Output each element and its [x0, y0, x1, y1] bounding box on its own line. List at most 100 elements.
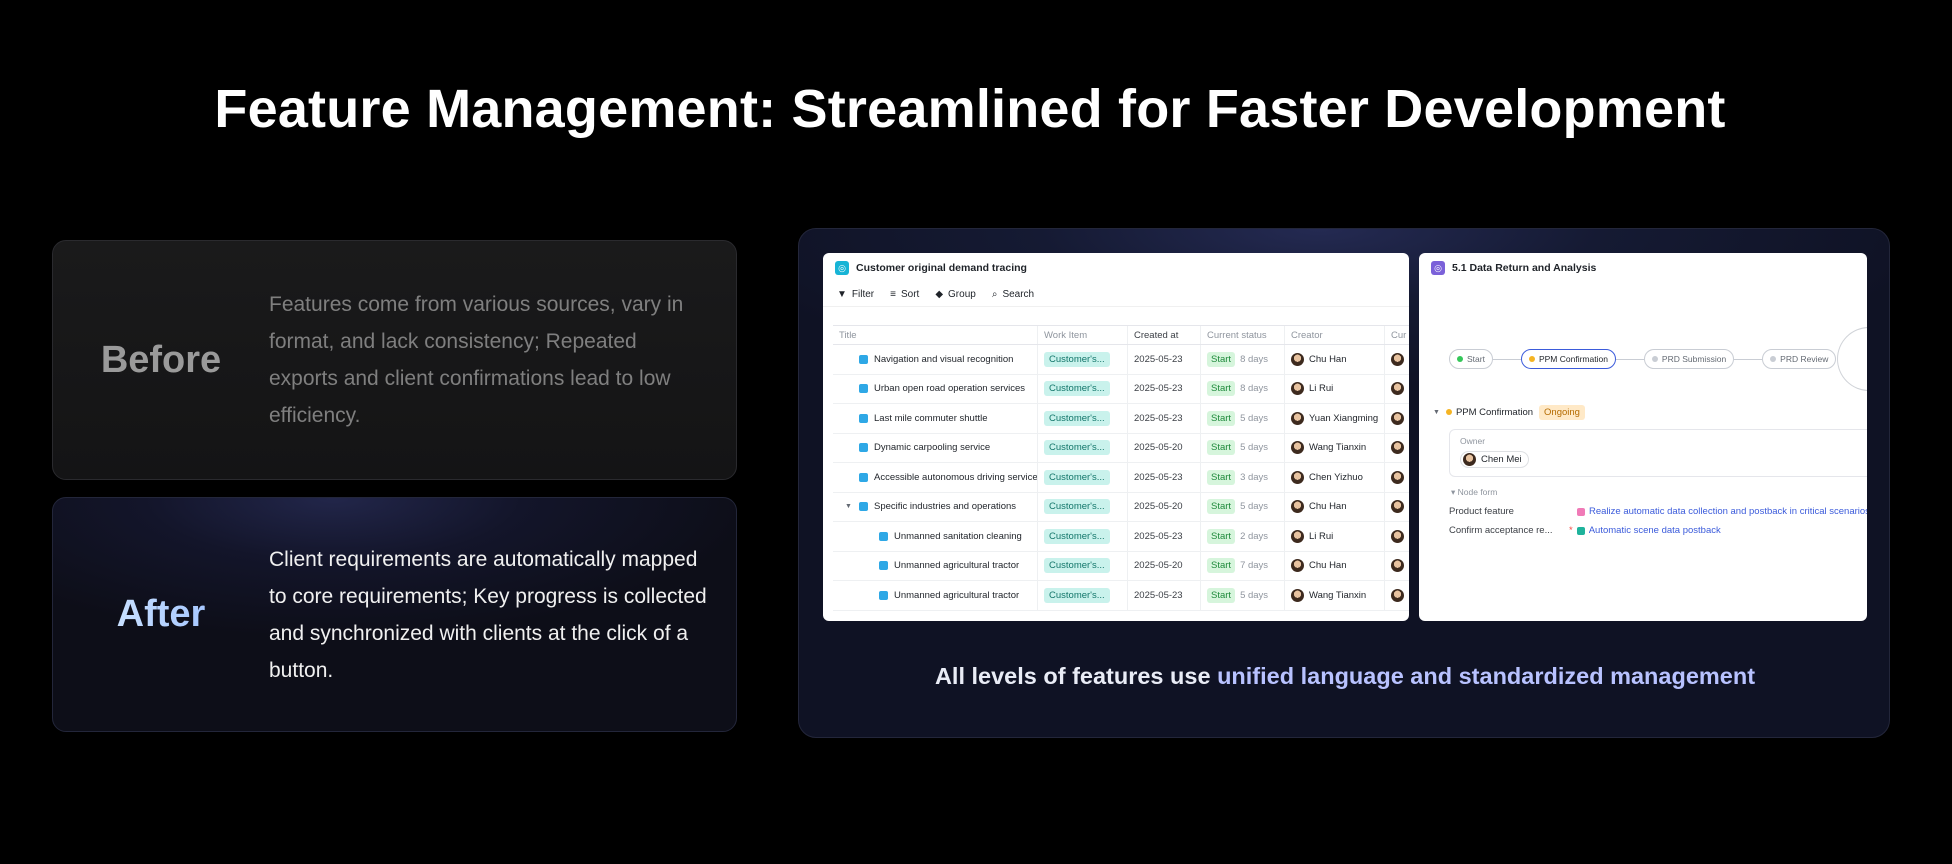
work-item-tag: Customer's... — [1044, 469, 1110, 485]
form-link[interactable]: Automatic scene data postback — [1589, 525, 1721, 536]
work-item-tag: Customer's... — [1044, 499, 1110, 515]
flow-link — [1734, 358, 1763, 360]
item-icon — [879, 590, 888, 600]
avatar — [1291, 411, 1304, 425]
avatar — [1391, 529, 1404, 543]
demand-tracing-window: ◎ Customer original demand tracing ▼ Filt… — [823, 253, 1409, 621]
table-row[interactable]: ▼ Specific industries and operations Cust… — [833, 492, 1409, 522]
avatar — [1391, 382, 1404, 396]
node-detail-header[interactable]: ▼ PPM Confirmation Ongoing — [1433, 401, 1867, 423]
status-badge: Start — [1207, 587, 1236, 603]
tag-icon: ◆ — [935, 289, 944, 300]
product-showcase: ◎ Customer original demand tracing ▼ Filt… — [798, 228, 1890, 738]
flow-branch-connector — [1837, 327, 1867, 391]
avatar — [1291, 500, 1304, 514]
window-title: Customer original demand tracing — [856, 262, 1027, 274]
form-row-product-feature[interactable]: Product feature Realize automatic data c… — [1449, 506, 1867, 517]
table-row[interactable]: Dynamic carpooling service Customer's...… — [833, 433, 1409, 463]
avatar — [1291, 352, 1304, 366]
table-row[interactable]: Navigation and visual recognition Custom… — [833, 345, 1409, 375]
status-badge: Start — [1207, 499, 1236, 515]
owner-field[interactable]: Owner Chen Mei — [1449, 429, 1867, 477]
table-row[interactable]: Unmanned sanitation cleaning Customer's.… — [833, 522, 1409, 552]
node-form-header[interactable]: ▾ Node form — [1451, 487, 1867, 498]
status-dot-icon — [1770, 356, 1777, 362]
target-icon: ◎ — [1431, 261, 1445, 275]
status-badge: Start — [1207, 440, 1236, 456]
filter-button[interactable]: ▼ Filter — [837, 289, 874, 300]
status-badge: Start — [1207, 469, 1236, 485]
item-icon — [859, 472, 868, 482]
avatar — [1391, 588, 1404, 602]
table-row[interactable]: Unmanned agricultural tractor Customer's… — [833, 551, 1409, 581]
flow-node-ppm-confirmation[interactable]: PPM Confirmation — [1520, 349, 1616, 369]
avatar — [1291, 441, 1304, 455]
avatar — [1391, 559, 1404, 573]
avatar — [1391, 470, 1404, 484]
page-title: Feature Management: Streamlined for Fast… — [214, 79, 1726, 139]
status-badge: Start — [1207, 528, 1236, 544]
avatar — [1291, 529, 1304, 543]
column-header-creator[interactable]: Creator — [1285, 326, 1385, 344]
avatar — [1291, 588, 1304, 602]
search-icon: ⌕ — [991, 289, 998, 300]
sort-icon: ≡ — [890, 289, 896, 300]
item-icon — [859, 384, 868, 394]
after-label: After — [53, 593, 269, 636]
window-title: 5.1 Data Return and Analysis — [1452, 262, 1597, 274]
item-icon — [879, 561, 888, 571]
window-header: ◎ Customer original demand tracing — [823, 253, 1409, 283]
avatar — [1391, 352, 1404, 366]
group-button[interactable]: ◆ Group — [935, 289, 976, 300]
search-button[interactable]: ⌕ Search — [992, 289, 1034, 300]
item-icon — [859, 443, 868, 453]
avatar — [1391, 411, 1404, 425]
flow-link — [1615, 358, 1644, 360]
item-icon — [879, 531, 888, 541]
table-toolbar: ▼ Filter ≡ Sort ◆ Group ⌕ Search — [823, 283, 1409, 307]
owner-label: Owner — [1460, 436, 1486, 446]
flow-node-start[interactable]: Start — [1449, 349, 1493, 369]
avatar — [1391, 441, 1404, 455]
item-icon — [859, 413, 868, 423]
form-link[interactable]: Realize automatic data collection and po… — [1589, 506, 1867, 517]
filter-icon: ▼ — [837, 289, 847, 300]
expand-caret-icon[interactable]: ▼ — [845, 503, 857, 510]
work-item-tag: Customer's... — [1044, 381, 1110, 397]
window-header: ◎ 5.1 Data Return and Analysis — [1419, 253, 1867, 283]
column-header-created-at[interactable]: Created at — [1128, 326, 1201, 344]
flow-link — [1492, 358, 1521, 360]
target-icon: ◎ — [835, 261, 849, 275]
status-dot-icon — [1457, 356, 1463, 362]
column-header-current[interactable]: Cur — [1385, 326, 1409, 344]
table-row[interactable]: Urban open road operation services Custo… — [833, 374, 1409, 404]
flow-node-prd-submission[interactable]: PRD Submission — [1643, 349, 1735, 369]
item-icon — [859, 354, 868, 364]
before-card: Before Features come from various source… — [52, 240, 737, 480]
form-row-confirm-acceptance[interactable]: Confirm acceptance re... * Automatic sce… — [1449, 525, 1867, 536]
work-item-tag: Customer's... — [1044, 410, 1110, 426]
owner-chip[interactable]: Chen Mei — [1460, 451, 1529, 468]
flow-node-prd-review[interactable]: PRD Review — [1762, 349, 1837, 369]
table-row[interactable]: Last mile commuter shuttle Customer's...… — [833, 404, 1409, 434]
sort-button[interactable]: ≡ Sort — [890, 289, 919, 300]
after-text: Client requirements are automatically ma… — [269, 547, 707, 682]
column-header-work-item[interactable]: Work Item — [1038, 326, 1128, 344]
teal-tag-icon — [1576, 526, 1585, 535]
table-header-row: Title Work Item Created at Current statu… — [833, 325, 1409, 345]
work-item-tag: Customer's... — [1044, 528, 1110, 544]
status-dot-icon — [1651, 356, 1658, 362]
column-header-status[interactable]: Current status — [1201, 326, 1285, 344]
column-header-title[interactable]: Title — [833, 326, 1038, 344]
status-dot-icon — [1528, 356, 1535, 362]
collapse-caret-icon[interactable]: ▼ — [1433, 409, 1440, 416]
showcase-caption: All levels of features use unified langu… — [934, 663, 1756, 689]
work-item-tag: Customer's... — [1044, 351, 1110, 367]
table-row[interactable]: Accessible autonomous driving service Cu… — [833, 463, 1409, 493]
after-card: After Client requirements are automatica… — [52, 497, 737, 732]
table-row[interactable]: Unmanned agricultural tractor Customer's… — [833, 581, 1409, 611]
workflow-detail-window: ◎ 5.1 Data Return and Analysis Start PPM… — [1419, 253, 1867, 621]
item-icon — [859, 502, 868, 512]
status-dot-icon — [1445, 409, 1452, 415]
avatar — [1463, 453, 1476, 466]
